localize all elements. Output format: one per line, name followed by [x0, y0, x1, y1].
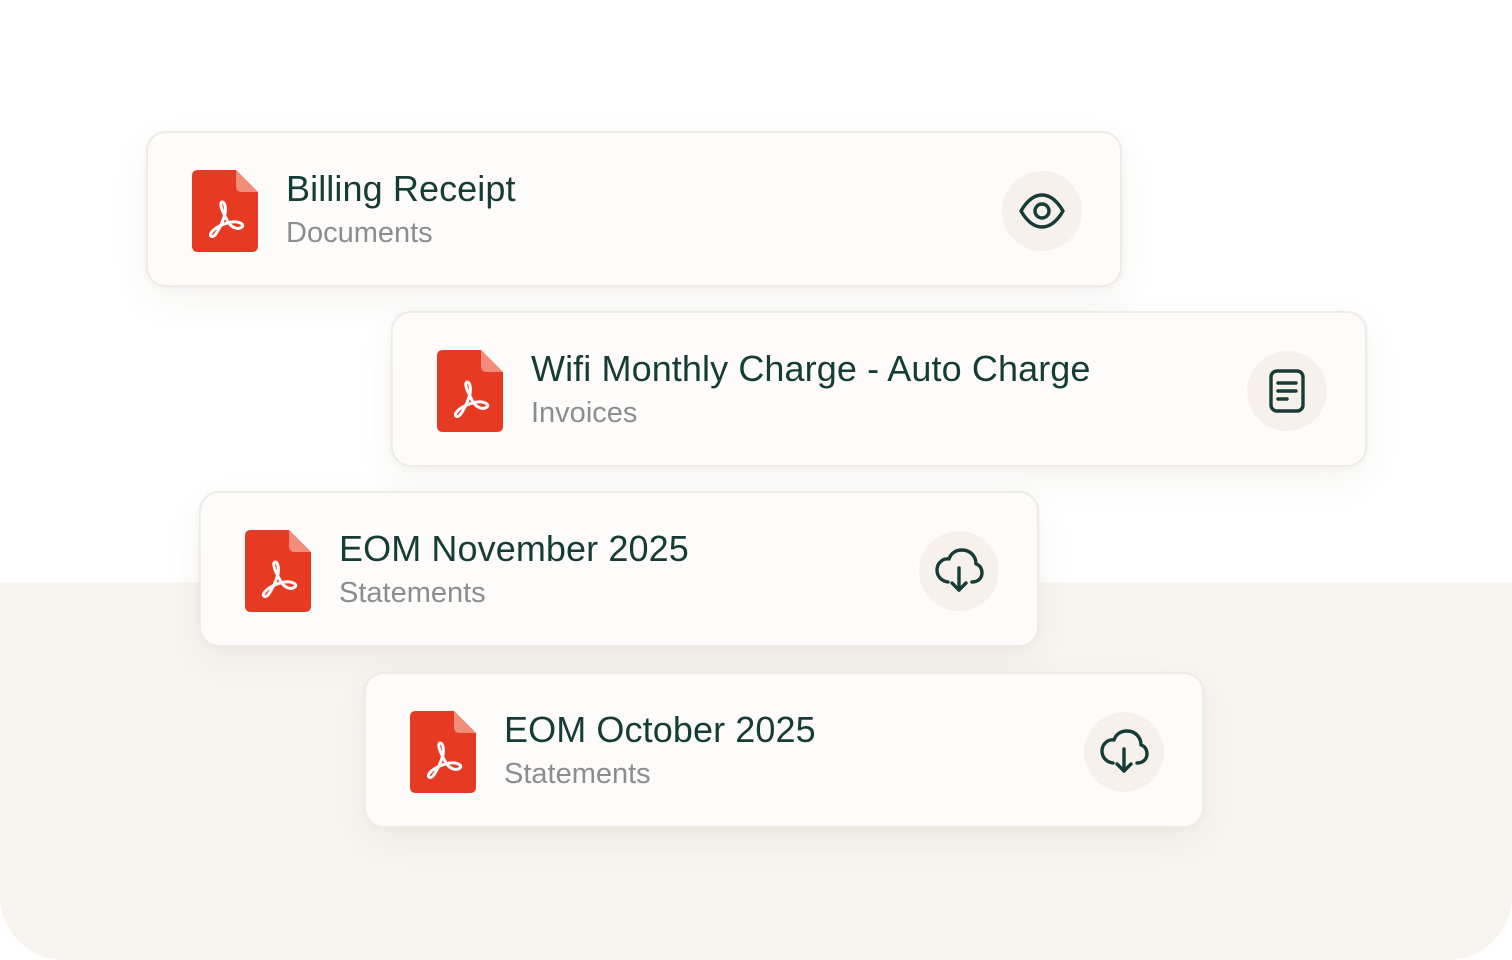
document-title: Wifi Monthly Charge - Auto Charge — [531, 348, 1091, 389]
document-info: EOM October 2025 Statements — [504, 708, 1062, 792]
view-button[interactable] — [1002, 171, 1082, 251]
pdf-file-icon — [245, 530, 311, 612]
pdf-file-icon — [192, 170, 258, 252]
document-category: Statements — [504, 758, 651, 790]
download-button[interactable] — [1084, 712, 1164, 792]
open-invoice-button[interactable] — [1247, 351, 1327, 431]
pdf-file-icon — [437, 350, 503, 432]
document-category: Invoices — [531, 397, 638, 429]
document-title: EOM November 2025 — [339, 528, 689, 569]
document-card-wifi-monthly-charge[interactable]: Wifi Monthly Charge - Auto Charge Invoic… — [391, 311, 1367, 467]
document-info: EOM November 2025 Statements — [339, 527, 897, 611]
document-card-eom-october-2025[interactable]: EOM October 2025 Statements — [364, 672, 1204, 828]
document-card-billing-receipt[interactable]: Billing Receipt Documents — [146, 131, 1122, 287]
cloud-download-icon — [935, 548, 984, 592]
download-button[interactable] — [919, 531, 999, 611]
document-info: Wifi Monthly Charge - Auto Charge Invoic… — [531, 347, 1225, 431]
document-category: Documents — [286, 217, 433, 249]
document-icon — [1269, 369, 1305, 413]
cloud-download-icon — [1100, 729, 1149, 773]
document-info: Billing Receipt Documents — [286, 167, 980, 251]
document-card-eom-november-2025[interactable]: EOM November 2025 Statements — [199, 491, 1039, 647]
pdf-file-icon — [410, 711, 476, 793]
document-title: Billing Receipt — [286, 168, 516, 209]
document-title: EOM October 2025 — [504, 709, 816, 750]
eye-icon — [1019, 193, 1065, 229]
document-category: Statements — [339, 577, 486, 609]
